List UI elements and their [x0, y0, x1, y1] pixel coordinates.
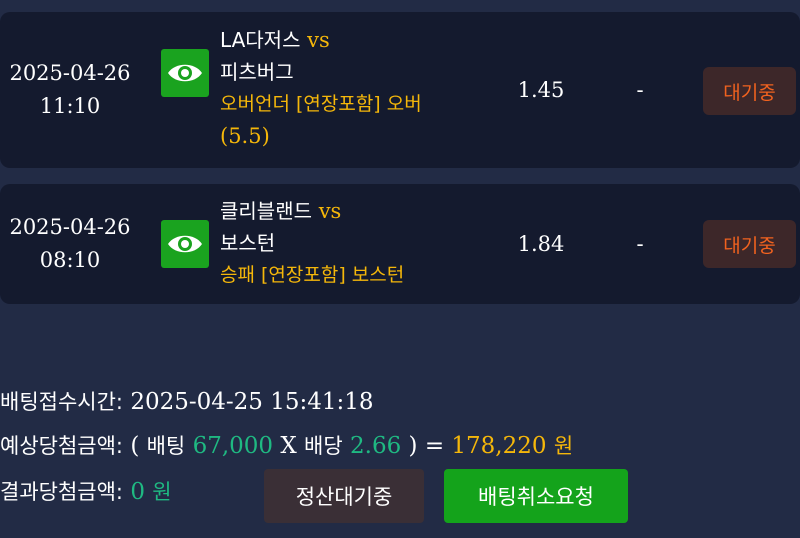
eye-icon — [168, 64, 202, 82]
time-value: 2025-04-25 15:41:18 — [130, 389, 374, 415]
expected-label: 예상당첨금액: — [0, 434, 123, 458]
match-info: LA다저스 vs 피츠버그 오버언더 [연장포함] 오버 (5.5) — [220, 24, 470, 153]
bet-time: 08:10 — [39, 248, 101, 272]
pick-value: (5.5) — [220, 124, 270, 148]
won-unit: 원 — [553, 434, 574, 458]
odds-word: 배당 — [304, 434, 343, 458]
bet-card: 2025-04-26 11:10 LA다저스 vs 피츠버그 오버언더 [연장포… — [0, 12, 800, 168]
expected-amount: 178,220 — [451, 433, 547, 459]
result-label: 결과당첨금액: — [0, 480, 123, 504]
bet-card: 2025-04-26 08:10 클리블랜드 vs 보스턴 승패 [연장포함] … — [0, 184, 800, 304]
bet-result: - — [636, 232, 644, 256]
home-team: 클리블랜드 — [220, 199, 312, 223]
match-info: 클리블랜드 vs 보스턴 승패 [연장포함] 보스턴 — [220, 195, 470, 291]
total-odds: 2.66 — [350, 433, 402, 459]
vs-label: vs — [318, 199, 342, 223]
away-team: 피츠버그 — [220, 60, 294, 84]
bet-received-time: 배팅접수시간: 2025-04-25 15:41:18 — [0, 386, 374, 416]
vs-label: vs — [307, 28, 330, 52]
result-amount: 0 — [130, 479, 145, 505]
away-team: 보스턴 — [220, 231, 276, 255]
home-team: LA다저스 — [220, 28, 301, 52]
x-sign: X — [280, 433, 297, 459]
view-match-button[interactable] — [161, 220, 209, 268]
view-match-button[interactable] — [161, 49, 209, 97]
bet-date: 2025-04-26 — [9, 61, 131, 85]
bet-amount: 67,000 — [192, 433, 274, 459]
close-eq: ) = — [408, 433, 445, 459]
bet-result: - — [636, 78, 644, 102]
bet-odds: 1.84 — [517, 232, 565, 256]
status-badge: 대기중 — [703, 67, 796, 115]
pick-text: 오버언더 [연장포함] 오버 — [220, 93, 422, 115]
expected-winnings: 예상당첨금액: ( 배팅 67,000 X 배당 2.66 ) = 178,22… — [0, 430, 573, 460]
open-paren: ( — [130, 433, 140, 459]
eye-icon — [168, 235, 202, 253]
bet-odds: 1.45 — [517, 78, 565, 102]
bet-word: 배팅 — [146, 434, 186, 458]
bet-time: 11:10 — [39, 94, 101, 118]
settle-pending-button[interactable]: 정산대기중 — [264, 469, 424, 523]
result-winnings: 결과당첨금액: 0 원 — [0, 476, 172, 506]
pick-text: 승패 [연장포함] 보스턴 — [220, 264, 405, 286]
status-badge: 대기중 — [703, 220, 796, 268]
bet-date: 2025-04-26 — [9, 215, 131, 239]
cancel-bet-request-button[interactable]: 배팅취소요청 — [444, 469, 628, 523]
bet-datetime: 2025-04-26 11:10 — [0, 57, 140, 123]
bet-datetime: 2025-04-26 08:10 — [0, 211, 140, 277]
time-label: 배팅접수시간: — [0, 390, 123, 414]
result-won-unit: 원 — [152, 480, 172, 504]
